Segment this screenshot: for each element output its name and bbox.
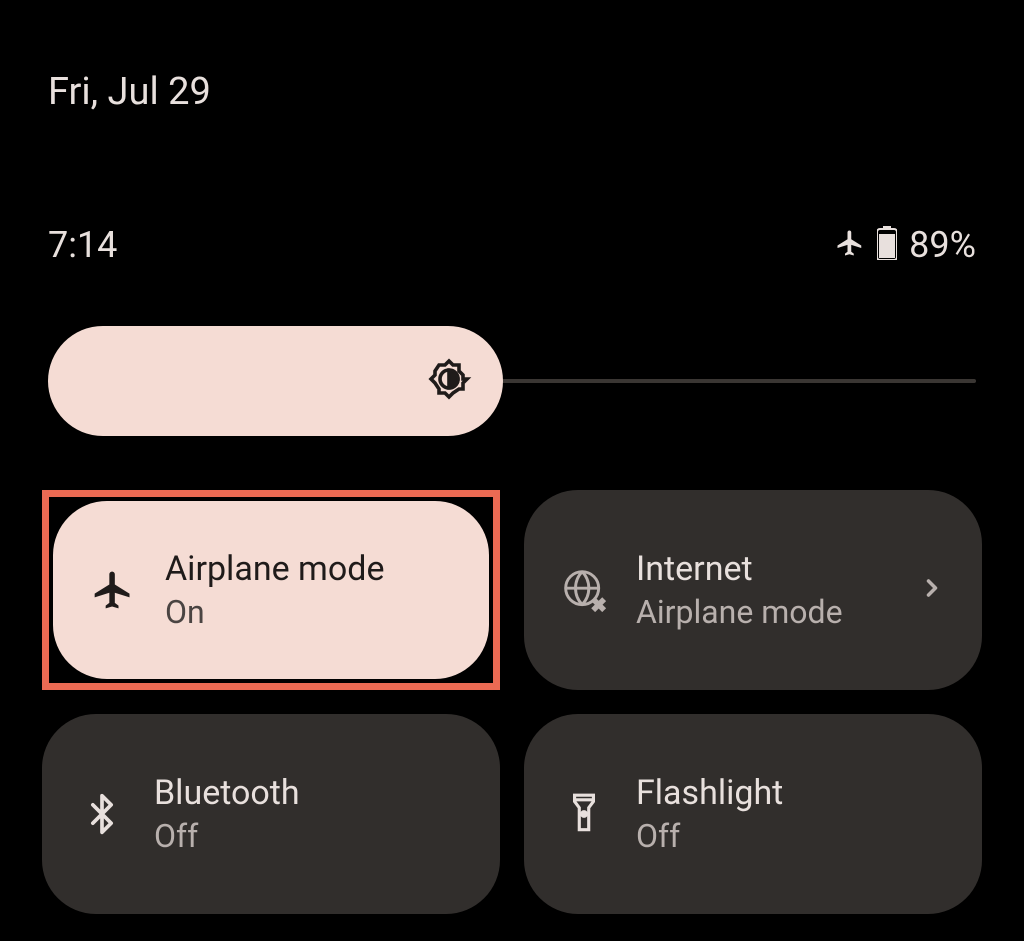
flashlight-tile-title: Flashlight [636,773,946,813]
airplane-status-icon [835,228,865,262]
chevron-right-icon [918,574,946,606]
flashlight-tile[interactable]: Flashlight Off [524,714,982,914]
airplane-mode-tile[interactable]: Airplane mode On [42,490,500,690]
airplane-tile-title: Airplane mode [165,549,453,589]
brightness-slider[interactable] [48,326,976,436]
time-display: 7:14 [48,224,117,266]
battery-icon [877,226,897,264]
bluetooth-tile-subtitle: Off [154,817,464,855]
airplane-tile-subtitle: On [165,593,453,631]
bluetooth-tile[interactable]: Bluetooth Off [42,714,500,914]
internet-tile-subtitle: Airplane mode [636,593,890,631]
quick-settings-tiles: Airplane mode On Internet Airplane mode [0,490,1024,914]
internet-tile-title: Internet [636,549,890,589]
globe-icon [560,568,608,612]
bluetooth-tile-title: Bluetooth [154,773,464,813]
airplane-icon [89,568,137,612]
status-bar: 7:14 89% [0,224,1024,266]
flashlight-icon [560,792,608,836]
status-icons: 89% [835,224,976,266]
brightness-icon [425,355,473,407]
battery-percentage: 89% [909,224,976,266]
date-header: Fri, Jul 29 [0,0,1024,114]
flashlight-tile-subtitle: Off [636,817,946,855]
brightness-fill [48,326,503,436]
internet-tile[interactable]: Internet Airplane mode [524,490,982,690]
bluetooth-icon [78,792,126,836]
